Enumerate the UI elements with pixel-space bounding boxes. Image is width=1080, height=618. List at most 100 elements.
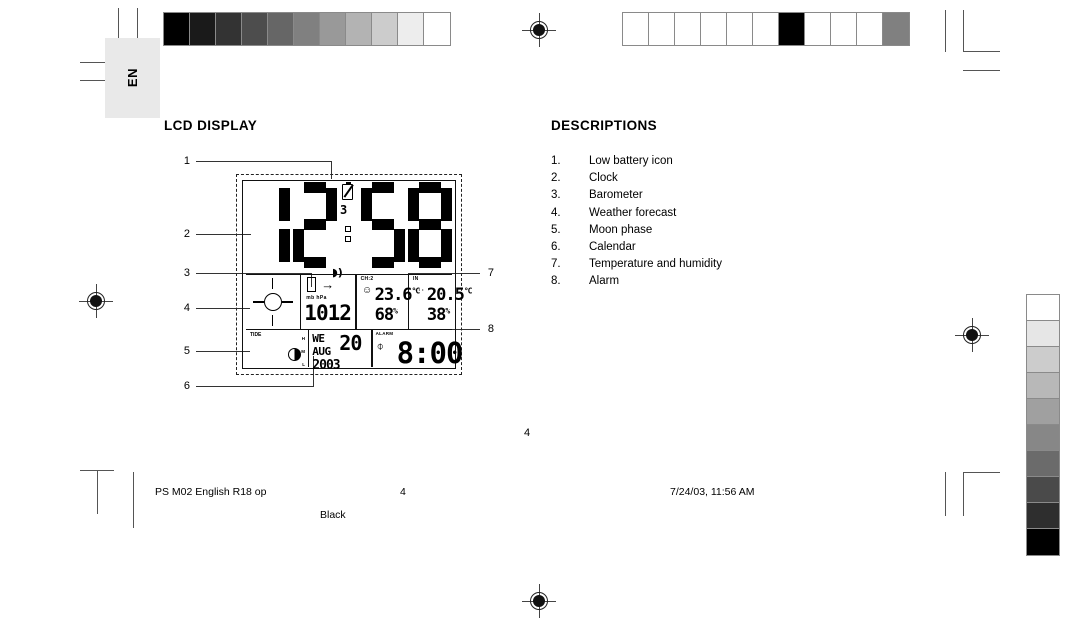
calibration-cell (346, 13, 372, 45)
list-item-number: 7. (551, 258, 561, 271)
moon-phase-icon (288, 348, 301, 361)
low-battery-icon (342, 181, 353, 200)
list-item-number: 8. (551, 275, 561, 288)
calibration-cell (320, 13, 346, 45)
calibration-cell (216, 13, 242, 45)
pressure-box-icon (307, 277, 317, 292)
segment (304, 257, 326, 268)
footer-timestamp: 7/24/03, 11:56 AM (670, 486, 755, 498)
lcd-clock-section: 3 (246, 181, 452, 268)
registration-dot (966, 329, 978, 341)
segment (419, 219, 441, 230)
trend-arrow-icon: → (321, 277, 335, 292)
list-item: 6. Calendar (551, 239, 851, 256)
barometer-panel: → mb hPa 1012 (301, 275, 355, 329)
crop-mark-vertical-right (945, 10, 946, 52)
barometer-value: 1012 (304, 301, 352, 325)
alarm-off-bell-icon: ⌽ (376, 339, 384, 353)
segment (394, 229, 405, 262)
sun-ray (253, 301, 264, 303)
calibration-cell (1027, 425, 1059, 451)
footer-job-name: PS M02 English R18 op (155, 486, 267, 498)
registration-mark-bottom (522, 584, 556, 618)
registration-mark-left (79, 284, 113, 318)
indoor-temp-value: 20.5 (426, 285, 465, 305)
clock-digit-4 (408, 182, 452, 268)
alarm-panel: ALARM ⌽ 8:00 (373, 330, 464, 370)
calibration-cell (1027, 503, 1059, 529)
registration-dot (533, 24, 545, 36)
tide-label: TIDE (250, 332, 262, 338)
segment (279, 229, 290, 262)
segment (441, 188, 452, 221)
calibration-cell (675, 13, 701, 45)
calendar-weekday: WE (312, 332, 325, 345)
calibration-cell (1027, 399, 1059, 425)
calendar-readout: WE AUG 2003 20 (309, 330, 371, 373)
alarm-label: ALARM (375, 331, 394, 336)
registration-dot (90, 295, 102, 307)
footer-page-number: 4 (400, 486, 406, 498)
indoor-temp-unit: °C (463, 286, 473, 296)
moon-readout: TIDE H M L (246, 330, 308, 367)
lcd-display-diagram: 3 ◗) → mb hPa 1012 CH:2 ☺ 23.6°C 68% IN … (236, 174, 473, 375)
tide-level-mid: M (301, 349, 305, 354)
calibration-cell (424, 13, 450, 45)
rf-indicator: 3 (340, 203, 348, 217)
calibration-cell (649, 13, 675, 45)
list-item: 7. Temperature and humidity (551, 256, 851, 273)
indoor-panel: IN ⋯ 20.5°C 38% (409, 275, 473, 329)
list-item-number: 3. (551, 189, 561, 202)
calibration-cell (372, 13, 398, 45)
calibration-cell (1027, 529, 1059, 555)
list-item-number: 4. (551, 206, 561, 219)
segment (372, 219, 394, 230)
calibration-cell (1027, 373, 1059, 399)
calibration-cell (242, 13, 268, 45)
callout-leader-6 (196, 386, 314, 388)
weather-forecast-panel (246, 275, 300, 329)
list-item: 8. Alarm (551, 273, 851, 290)
page-number-center: 4 (524, 427, 531, 439)
indoor-comfort-icon: ⋯ (414, 285, 425, 296)
calendar-day: 20 (339, 331, 362, 355)
calibration-cell (1027, 347, 1059, 373)
calibration-cell (164, 13, 190, 45)
calibration-cell (294, 13, 320, 45)
callout-number-2: 2 (183, 228, 190, 240)
calibration-cell (857, 13, 883, 45)
outdoor-humidity-value: 68 (374, 305, 395, 325)
calibration-cell (1027, 321, 1059, 347)
alarm-time: 8:00 (396, 336, 464, 370)
comfort-smiley-icon: ☺ (361, 285, 373, 296)
registration-mark-right (955, 318, 989, 352)
barometer-trend-row: → (307, 277, 334, 292)
barometer-readout: → mb hPa 1012 (301, 275, 355, 329)
list-item-label: Temperature and humidity (589, 258, 722, 271)
list-item-number: 2. (551, 172, 561, 185)
crop-mark-bottom-left-vertical (97, 470, 98, 514)
calibration-cell (753, 13, 779, 45)
clock-digit-1 (246, 182, 290, 268)
list-item: 3. Barometer (551, 187, 851, 204)
outdoor-readout: CH:2 ☺ 23.6°C 68% (357, 275, 421, 329)
calibration-cell (883, 13, 909, 45)
calendar-panel: WE AUG 2003 20 (309, 330, 371, 373)
callout-number-6: 6 (183, 380, 190, 392)
segment (293, 229, 304, 262)
callout-number-5: 5 (183, 345, 190, 357)
list-item-label: Alarm (589, 275, 620, 288)
indoor-humidity-unit: % (445, 306, 450, 316)
calibration-cell (1027, 477, 1059, 503)
list-item-label: Weather forecast (589, 206, 677, 219)
alarm-readout: ALARM ⌽ 8:00 (373, 330, 464, 370)
language-tab-en: EN (105, 38, 160, 118)
calibration-cell (190, 13, 216, 45)
calibration-cell (779, 13, 805, 45)
indoor-humidity-value: 38 (426, 305, 447, 325)
clock-colon-icon (345, 226, 351, 242)
calendar-year: 2003 (312, 358, 340, 373)
calibration-cell (1027, 451, 1059, 477)
callout-number-8: 8 (487, 323, 494, 335)
calibration-cell (727, 13, 753, 45)
